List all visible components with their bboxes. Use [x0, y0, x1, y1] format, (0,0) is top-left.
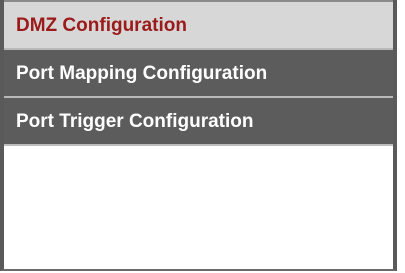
menu-divider [4, 144, 393, 146]
menu-item-port-trigger-configuration[interactable]: Port Trigger Configuration [4, 96, 393, 144]
menu-item-port-mapping-configuration[interactable]: Port Mapping Configuration [4, 48, 393, 96]
configuration-menu: DMZ Configuration Port Mapping Configura… [4, 0, 393, 146]
menu-item-dmz-configuration[interactable]: DMZ Configuration [4, 0, 393, 48]
